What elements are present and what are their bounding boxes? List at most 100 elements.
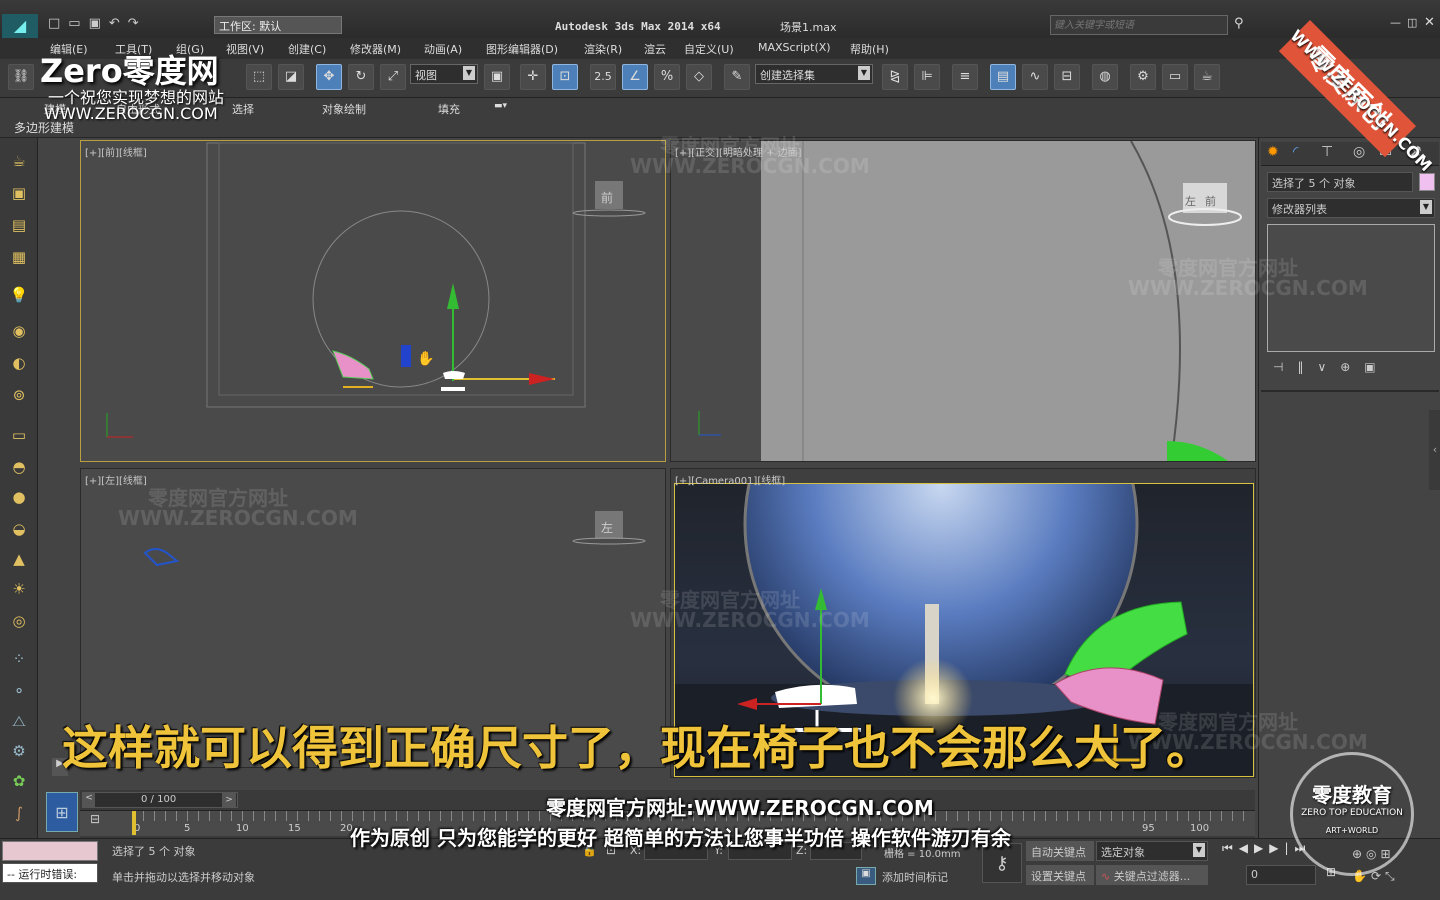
time-cursor[interactable] — [132, 811, 136, 835]
menu-help[interactable]: 帮助(H) — [850, 41, 889, 57]
menu-modifiers[interactable]: 修改器(M) — [350, 41, 401, 57]
manipulate-icon[interactable]: ✛ — [520, 64, 546, 90]
link-icon[interactable]: ⛓ — [8, 64, 34, 90]
menu-customize[interactable]: 自定义(U) — [684, 41, 734, 57]
viewcube-front-face[interactable]: 前 — [601, 189, 613, 206]
list-icon[interactable]: ▦ — [8, 246, 30, 268]
mirror-icon[interactable]: ⧎ — [882, 64, 908, 90]
select-move-icon[interactable]: ✥ — [316, 64, 342, 90]
modifier-list-dropdown[interactable]: 修改器列表 ▼ — [1267, 198, 1435, 218]
add-time-tag[interactable]: 添加时间标记 — [882, 869, 948, 885]
time-tag-icon[interactable]: ▣ — [856, 867, 876, 885]
viewcube-left-view-face[interactable]: 左 — [601, 519, 613, 536]
window-crossing-icon[interactable]: ◪ — [278, 64, 304, 90]
current-frame-field[interactable]: 0 — [1246, 865, 1316, 885]
curve-editor-icon[interactable]: ∿ — [1022, 64, 1048, 90]
basket-icon[interactable]: ◒ — [8, 518, 30, 540]
viewport-camera-label[interactable]: [+][Camera001][线框] — [675, 472, 785, 487]
set-key-button[interactable]: 设置关键点 — [1026, 865, 1094, 885]
key-mode-dropdown[interactable]: 选定对象 ▼ — [1096, 841, 1208, 861]
film-camera-icon[interactable]: ⊚ — [8, 384, 30, 406]
maxscript-error-label[interactable]: -- 运行时错误: — [2, 863, 98, 883]
menu-maxscript[interactable]: MAXScript(X) — [758, 41, 831, 54]
panel-collapse-handle[interactable]: ‹ — [1429, 410, 1440, 490]
select-rotate-icon[interactable]: ↻ — [348, 64, 374, 90]
plant-icon[interactable]: ✿ — [8, 770, 30, 792]
maximize-button[interactable]: ◫ — [1407, 16, 1417, 29]
gear-icon[interactable]: ⚙ — [8, 740, 30, 762]
snap-value: 2.5 — [594, 70, 612, 83]
time-next-icon[interactable]: > — [222, 792, 236, 808]
binoculars-icon[interactable]: ⚲ — [1234, 16, 1244, 31]
app-logo-icon[interactable]: ◢ — [2, 14, 38, 38]
speaker-icon[interactable]: ◐ — [8, 352, 30, 374]
menu-graph-editors[interactable]: 图形编辑器(D) — [486, 41, 558, 57]
material-editor-icon[interactable]: ◍ — [1092, 64, 1118, 90]
key-filters-button[interactable]: ∿ 关键点过滤器... — [1096, 865, 1208, 885]
graphite-tools-icon[interactable]: ▤ — [990, 64, 1016, 90]
menu-rendering[interactable]: 渲染(R) — [584, 41, 622, 57]
select-region-icon[interactable]: ⬚ — [246, 64, 272, 90]
search-input[interactable] — [1050, 15, 1228, 35]
layer-manager-icon[interactable]: ≡ — [952, 64, 978, 90]
minimize-button[interactable]: — — [1390, 16, 1401, 29]
teapot-icon[interactable]: ☕ — [8, 150, 30, 172]
edit-named-selection-icon[interactable]: ✎ — [724, 64, 750, 90]
named-selection-dropdown[interactable]: 创建选择集 ▼ — [755, 64, 873, 84]
auto-key-button[interactable]: 自动关键点 — [1026, 841, 1094, 861]
percent-snap-icon[interactable]: % — [654, 64, 680, 90]
dome-icon[interactable]: ◓ — [8, 456, 30, 478]
image-icon[interactable]: ▣ — [8, 182, 30, 204]
modify-tab-icon[interactable]: ◜ — [1293, 144, 1298, 160]
light-bulb-icon[interactable]: 💡 — [8, 284, 30, 306]
sphere-icon[interactable]: ● — [8, 486, 30, 508]
hair-icon[interactable]: ∫ — [8, 802, 30, 824]
document-icon[interactable]: ▤ — [8, 214, 30, 236]
spinner-snap-icon[interactable]: ◇ — [686, 64, 712, 90]
disc-icon[interactable]: ◎ — [8, 610, 30, 632]
sun-icon[interactable]: ☀ — [8, 578, 30, 600]
close-button[interactable]: ✕ — [1424, 15, 1435, 30]
viewcube-front-face-ortho[interactable]: 前 — [1205, 193, 1216, 209]
selection-name-field[interactable]: 选择了 5 个 对象 — [1267, 172, 1413, 192]
align-icon[interactable]: ⊫ — [914, 64, 940, 90]
ribbon-tab-selection[interactable]: 选择 — [232, 101, 254, 117]
keyboard-shortcut-icon[interactable]: ⊡ — [552, 64, 578, 90]
ribbon-options-icon[interactable]: ▬▾ — [494, 101, 507, 111]
title-bar: ◢ □▭▣↶↷ 工作区: 默认 Autodesk 3ds Max 2014 x6… — [0, 0, 1440, 38]
viewport-front[interactable]: [+][前][线框] 前 ✋ — [80, 140, 666, 462]
render-setup-icon[interactable]: ⚙ — [1130, 64, 1156, 90]
menu-render-cloud[interactable]: 渲云 — [644, 41, 666, 57]
render-teapot-icon[interactable]: ☕ — [1194, 64, 1220, 90]
camera-icon[interactable]: ◉ — [8, 320, 30, 342]
viewcube-left-face[interactable]: 左 — [1185, 193, 1196, 209]
maxscript-listener-pink[interactable] — [2, 841, 98, 861]
plane-icon[interactable]: ▭ — [8, 424, 30, 446]
viewport-ortho[interactable]: [+][正交][明暗处理 + 边面] 左 前 — [670, 140, 1256, 462]
object-color-swatch[interactable] — [1419, 173, 1435, 191]
hierarchy-tab-icon[interactable]: ⊤ — [1321, 144, 1333, 160]
particles-icon[interactable]: ⁘ — [8, 648, 30, 670]
menu-views[interactable]: 视图(V) — [226, 41, 264, 57]
molecule-icon[interactable]: ⚬ — [8, 680, 30, 702]
reference-coord-dropdown[interactable]: 视图 ▼ — [410, 64, 478, 84]
motion-tab-icon[interactable]: ◎ — [1353, 144, 1365, 160]
cone-icon[interactable]: ▲ — [8, 548, 30, 570]
pyramid-icon[interactable]: ⧍ — [8, 710, 30, 732]
menu-create[interactable]: 创建(C) — [288, 41, 326, 57]
schematic-view-icon[interactable]: ⊟ — [1054, 64, 1080, 90]
angle-snap-icon[interactable]: ∠ — [622, 64, 648, 90]
time-prev-icon[interactable]: < — [83, 793, 95, 807]
time-slider[interactable]: < 0 / 100 — [82, 792, 238, 808]
snap-toggle-icon[interactable]: 2.5 — [590, 64, 616, 90]
mini-listener-icon[interactable]: ⊞ — [46, 792, 78, 832]
ribbon-tab-object-paint[interactable]: 对象绘制 — [322, 101, 366, 117]
ribbon-tab-populate[interactable]: 填充 — [438, 101, 460, 117]
select-scale-icon[interactable]: ⤢ — [380, 64, 406, 90]
pivot-center-icon[interactable]: ▣ — [484, 64, 510, 90]
create-tab-icon[interactable]: ✹ — [1267, 144, 1279, 160]
rendered-frame-icon[interactable]: ▭ — [1162, 64, 1188, 90]
menu-animation[interactable]: 动画(A) — [424, 41, 462, 57]
workspace-dropdown[interactable]: 工作区: 默认 — [214, 16, 342, 34]
trackbar-toggle-icon[interactable]: ⊟ — [90, 812, 100, 826]
